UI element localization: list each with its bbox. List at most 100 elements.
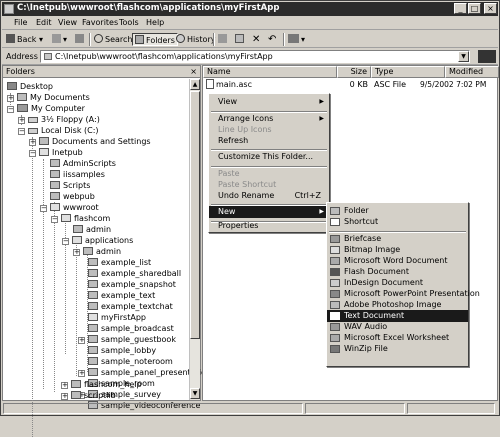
address-dropdown-button[interactable]: ▼ <box>458 51 469 62</box>
folder-icon <box>88 269 98 277</box>
folders-button[interactable]: Folders <box>132 33 178 46</box>
expand-toggle[interactable]: + <box>73 249 80 256</box>
folder-icon <box>88 258 98 266</box>
tree-item-myfirstapp[interactable]: myFirstApp <box>88 312 146 323</box>
toolbar: Back ▾ ▾ Search Folders History ✕ ↶ ▾ <box>2 31 498 48</box>
tree-item-sample-lobby[interactable]: sample_lobby <box>88 345 156 356</box>
tree-item-applications-admin[interactable]: + admin <box>73 246 121 257</box>
tree-item-floppy[interactable]: +3½ Floppy (A:) <box>18 114 100 125</box>
tree-item-example-text[interactable]: example_text <box>88 290 155 301</box>
back-button[interactable]: Back ▾ <box>6 33 43 46</box>
tree-item-example-list[interactable]: example_list <box>88 257 151 268</box>
window-title: C:\Inetpub\wwwroot\flashcom\applications… <box>17 3 280 13</box>
file-modified: 9/5/2002 7:02 PM <box>420 80 487 89</box>
tree-item-example-snapshot[interactable]: example_snapshot <box>88 279 176 290</box>
expand-toggle[interactable]: + <box>18 117 25 124</box>
scroll-down-button[interactable]: ▼ <box>190 388 200 399</box>
expand-toggle[interactable]: + <box>7 95 14 102</box>
minimize-button[interactable]: _ <box>454 3 467 14</box>
expand-toggle[interactable]: + <box>61 382 68 389</box>
folders-scrollbar[interactable]: ▲ ▼ <box>189 79 200 400</box>
tree-item-wwwroot[interactable]: − wwwroot <box>40 202 99 213</box>
up-button[interactable] <box>75 33 86 46</box>
desktop-icon <box>7 82 17 90</box>
menu-favorites[interactable]: Favorites <box>82 18 118 27</box>
tree-item-scriptlib[interactable]: + scriptlib <box>61 390 116 401</box>
tree-item-applications[interactable]: − applications <box>62 235 133 246</box>
menu-help[interactable]: Help <box>146 18 164 27</box>
text-file-icon <box>330 312 340 320</box>
collapse-toggle[interactable]: − <box>62 238 69 245</box>
new-item-shortcut[interactable]: Shortcut <box>327 216 468 228</box>
history-button[interactable]: History <box>176 33 215 46</box>
menu-file[interactable]: File <box>14 18 27 27</box>
collapse-toggle[interactable]: − <box>40 205 47 212</box>
title-bar[interactable]: C:\Inetpub\wwwroot\flashcom\applications… <box>2 2 498 16</box>
move-to-icon <box>218 34 227 43</box>
folder-icon <box>50 170 60 178</box>
tree-item-adminscripts[interactable]: AdminScripts <box>50 158 116 169</box>
scroll-up-button[interactable]: ▲ <box>190 79 200 90</box>
tree-item-my-documents[interactable]: + My Documents <box>7 92 90 103</box>
close-button[interactable]: × <box>484 3 497 14</box>
expand-toggle[interactable]: + <box>78 337 85 344</box>
tree-item-iissamples[interactable]: iissamples <box>50 169 105 180</box>
tree-item-sample-guestbook[interactable]: + sample_guestbook <box>78 334 176 345</box>
menu-item-properties[interactable]: Properties <box>209 220 329 232</box>
folder-open-icon <box>39 148 49 156</box>
menu-edit[interactable]: Edit <box>36 18 52 27</box>
menu-tools[interactable]: Tools <box>119 18 139 27</box>
menu-view[interactable]: View <box>58 18 77 27</box>
collapse-toggle[interactable]: − <box>18 128 25 135</box>
tree-item-desktop[interactable]: Desktop <box>7 81 53 92</box>
column-header-modified[interactable]: Modified <box>445 66 499 78</box>
new-item-winzip[interactable]: WinZip File <box>327 343 468 355</box>
column-header-size[interactable]: Size <box>337 66 371 78</box>
tree-item-my-computer[interactable]: − My Computer <box>7 103 85 114</box>
undo-icon: ↶ <box>268 34 277 45</box>
folder-icon <box>88 302 98 310</box>
collapse-toggle[interactable]: − <box>51 216 58 223</box>
folder-icon <box>71 391 81 399</box>
copy-to-button[interactable] <box>235 33 246 46</box>
tree-item-example-textchat[interactable]: example_textchat <box>88 301 173 312</box>
maximize-button[interactable]: □ <box>468 3 481 14</box>
menu-item-new[interactable]: New ▶ <box>209 206 329 218</box>
toolbar-separator <box>213 33 215 46</box>
column-header-name[interactable]: Name <box>203 66 337 78</box>
expand-toggle[interactable]: + <box>78 370 85 377</box>
delete-button[interactable]: ✕ <box>252 33 260 46</box>
move-to-button[interactable] <box>218 33 229 46</box>
address-field[interactable]: C:\Inetpub\wwwroot\flashcom\applications… <box>40 50 470 63</box>
undo-button[interactable]: ↶ <box>268 33 276 46</box>
column-header-type[interactable]: Type <box>371 66 445 78</box>
tree-item-sample-noteroom[interactable]: sample_noteroom <box>88 356 173 367</box>
tree-item-documents-and-settings[interactable]: + Documents and Settings <box>29 136 151 147</box>
expand-toggle[interactable]: + <box>29 139 36 146</box>
up-folder-icon <box>75 34 84 43</box>
collapse-toggle[interactable]: − <box>29 150 36 157</box>
tree-item-scripts[interactable]: Scripts <box>50 180 90 191</box>
tree-item-webpub[interactable]: webpub <box>50 191 95 202</box>
computer-icon <box>17 104 28 112</box>
menu-item-refresh[interactable]: Refresh <box>209 135 329 147</box>
flash-icon <box>330 268 340 276</box>
file-row-main-asc[interactable]: main.asc <box>206 79 252 90</box>
close-pane-button[interactable]: × <box>190 67 197 76</box>
tree-item-local-disk[interactable]: − Local Disk (C:) <box>18 125 99 136</box>
forward-button[interactable]: ▾ <box>52 33 67 46</box>
expand-toggle[interactable]: + <box>61 393 68 400</box>
tree-item-admin[interactable]: admin <box>73 224 111 235</box>
menu-item-view[interactable]: View ▶ <box>209 96 329 108</box>
collapse-toggle[interactable]: − <box>7 106 14 113</box>
search-button[interactable]: Search <box>94 33 132 46</box>
tree-item-inetpub[interactable]: − Inetpub <box>29 147 83 158</box>
views-button[interactable]: ▾ <box>288 33 305 46</box>
tree-item-flashcom-help[interactable]: + flashcom_help <box>61 379 142 390</box>
tree-item-flashcom[interactable]: − flashcom <box>51 213 110 224</box>
menu-item-undo-rename[interactable]: Undo Rename Ctrl+Z <box>209 190 329 202</box>
tree-item-example-sharedball[interactable]: example_sharedball <box>88 268 181 279</box>
tree-item-sample-broadcast[interactable]: sample_broadcast <box>88 323 174 334</box>
scrollbar-thumb[interactable] <box>190 91 200 339</box>
menu-item-customize-folder[interactable]: Customize This Folder... <box>209 151 329 163</box>
